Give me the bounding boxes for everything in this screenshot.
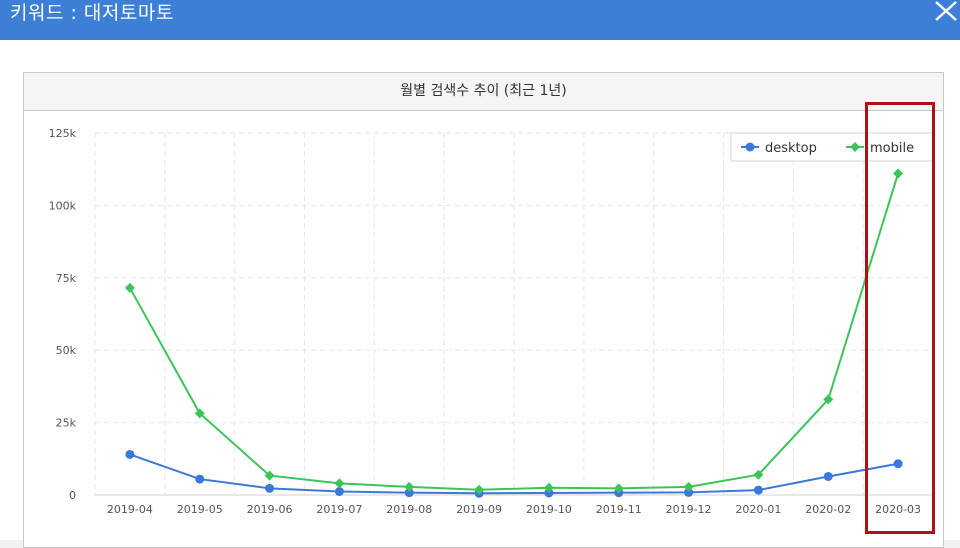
y-tick-label: 50k xyxy=(56,344,77,357)
y-tick-label: 0 xyxy=(69,489,76,502)
x-tick-label: 2019-08 xyxy=(386,503,432,516)
mobile-point xyxy=(893,168,904,179)
x-tick-label: 2019-12 xyxy=(666,503,712,516)
y-tick-label: 25k xyxy=(56,417,77,430)
desktop-point xyxy=(125,449,135,459)
desktop-point xyxy=(195,474,205,484)
x-tick-label: 2019-04 xyxy=(107,503,153,516)
legend-mobile-label: mobile xyxy=(870,141,914,156)
x-tick-label: 2019-11 xyxy=(596,503,642,516)
x-tick-label: 2020-03 xyxy=(875,503,921,516)
legend-desktop-label: desktop xyxy=(765,141,817,156)
legend-desktop-marker xyxy=(745,142,755,152)
y-tick-label: 75k xyxy=(56,272,77,285)
search-trend-chart: 0 25k 50k 75k 100k 125k 2019-04 2019-05 2019-06 2… xyxy=(49,127,934,516)
x-tick-label: 2019-05 xyxy=(177,503,223,516)
x-tick-label: 2019-10 xyxy=(526,503,572,516)
desktop-point xyxy=(753,485,763,495)
desktop-point xyxy=(823,471,833,481)
y-tick-label: 125k xyxy=(49,127,77,140)
y-tick-label: 100k xyxy=(49,199,77,212)
desktop-point xyxy=(265,483,275,493)
desktop-point xyxy=(893,459,903,469)
mobile-point xyxy=(124,282,135,293)
x-tick-label: 2020-02 xyxy=(805,503,851,516)
x-tick-label: 2019-09 xyxy=(456,503,502,516)
mobile-point xyxy=(334,478,345,489)
x-tick-label: 2019-06 xyxy=(247,503,293,516)
x-tick-label: 2020-01 xyxy=(735,503,781,516)
x-tick-label: 2019-07 xyxy=(316,503,362,516)
